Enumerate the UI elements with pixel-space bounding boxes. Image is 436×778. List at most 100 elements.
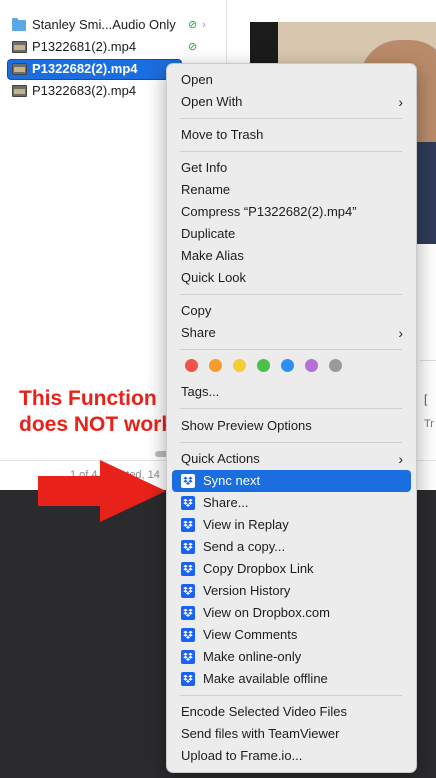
menu-item-copy[interactable]: Copy	[172, 300, 411, 322]
file-row[interactable]: P1322681(2).mp4 ⊘	[0, 36, 215, 58]
menu-item-label: Rename	[181, 182, 231, 197]
dropbox-icon	[181, 518, 195, 532]
menu-item-label: View in Replay	[203, 517, 289, 532]
menu-item-label: Share...	[203, 495, 249, 510]
tag-color-purple[interactable]	[305, 359, 318, 372]
menu-item-label: Get Info	[181, 160, 228, 175]
chevron-right-icon: ›	[398, 325, 403, 341]
side-panel-text: [	[424, 392, 428, 406]
menu-item-label: Copy Dropbox Link	[203, 561, 314, 576]
tag-color-yellow[interactable]	[233, 359, 246, 372]
file-name: P1322681(2).mp4	[32, 39, 137, 54]
tag-color-red[interactable]	[185, 359, 198, 372]
file-name: P1322683(2).mp4	[32, 83, 137, 98]
menu-item-open[interactable]: Open	[172, 69, 411, 91]
video-file-icon	[12, 85, 27, 97]
side-panel-text: Tr	[424, 418, 434, 430]
menu-item-label: Make available offline	[203, 671, 328, 686]
menu-item-label: Quick Actions	[181, 451, 260, 466]
menu-item-duplicate[interactable]: Duplicate	[172, 223, 411, 245]
menu-item-label: Tags...	[181, 384, 220, 399]
menu-item-dropbox[interactable]: View in Replay	[172, 514, 411, 536]
menu-item-move-to-trash[interactable]: Move to Trash	[172, 124, 411, 146]
menu-separator	[180, 294, 402, 295]
menu-item-label: Version History	[203, 583, 291, 598]
menu-item-label: Upload to Frame.io...	[181, 748, 303, 763]
menu-item-label: Quick Look	[181, 270, 247, 285]
menu-item-label: View Comments	[203, 627, 298, 642]
menu-item-open-with[interactable]: Open With ›	[172, 91, 411, 113]
menu-item-frameio[interactable]: Upload to Frame.io...	[172, 745, 411, 767]
menu-item-dropbox[interactable]: Make online-only	[172, 646, 411, 668]
menu-item-tags[interactable]: Tags...	[172, 381, 411, 403]
menu-separator	[180, 151, 402, 152]
menu-separator	[180, 695, 402, 696]
menu-item-label: Make Alias	[181, 248, 244, 263]
dropbox-icon	[181, 496, 195, 510]
menu-item-make-alias[interactable]: Make Alias	[172, 245, 411, 267]
menu-item-show-preview-options[interactable]: Show Preview Options	[172, 415, 411, 437]
synced-check-icon: ⊘	[188, 19, 198, 31]
menu-item-label: Show Preview Options	[181, 418, 312, 433]
menu-item-label: View on Dropbox.com	[203, 605, 330, 620]
dropbox-icon	[181, 672, 195, 686]
dropbox-icon	[181, 562, 195, 576]
dropbox-icon	[181, 628, 195, 642]
menu-item-quick-look[interactable]: Quick Look	[172, 267, 411, 289]
menu-item-label: Move to Trash	[181, 127, 264, 142]
chevron-right-icon[interactable]: ›	[202, 14, 206, 36]
menu-item-dropbox[interactable]: Send a copy...	[172, 536, 411, 558]
menu-item-teamviewer[interactable]: Send files with TeamViewer	[172, 723, 411, 745]
dropbox-icon	[181, 474, 195, 488]
menu-item-label: Encode Selected Video Files	[181, 704, 347, 719]
menu-item-label: Duplicate	[181, 226, 236, 241]
synced-check-icon: ⊘	[188, 41, 198, 53]
menu-item-dropbox[interactable]: Sync next	[172, 470, 411, 492]
tag-color-orange[interactable]	[209, 359, 222, 372]
chevron-right-icon: ›	[398, 451, 403, 467]
menu-item-dropbox[interactable]: Version History	[172, 580, 411, 602]
menu-item-dropbox[interactable]: Share...	[172, 492, 411, 514]
annotation-text: This Function does NOT work	[19, 387, 174, 436]
folder-icon	[12, 18, 26, 31]
menu-item-label: Compress “P1322682(2).mp4”	[181, 204, 357, 219]
menu-separator	[180, 442, 402, 443]
menu-item-label: Open With	[181, 94, 243, 109]
menu-item-quick-actions[interactable]: Quick Actions ›	[172, 448, 411, 470]
menu-item-rename[interactable]: Rename	[172, 179, 411, 201]
menu-item-get-info[interactable]: Get Info	[172, 157, 411, 179]
file-name: Stanley Smi...Audio Only	[32, 17, 176, 32]
dropbox-icon	[181, 540, 195, 554]
file-row-folder[interactable]: Stanley Smi...Audio Only ⊘ ›	[0, 14, 215, 36]
dropbox-icon	[181, 650, 195, 664]
menu-item-dropbox[interactable]: View Comments	[172, 624, 411, 646]
menu-separator	[180, 118, 402, 119]
menu-item-compress[interactable]: Compress “P1322682(2).mp4”	[172, 201, 411, 223]
context-menu: Open Open With › Move to Trash Get Info R…	[166, 63, 417, 773]
menu-item-label: Send a copy...	[203, 539, 286, 554]
chevron-right-icon: ›	[398, 94, 403, 110]
menu-item-dropbox[interactable]: Copy Dropbox Link	[172, 558, 411, 580]
menu-item-label: Make online-only	[203, 649, 302, 664]
menu-separator	[180, 349, 402, 350]
dropbox-icon	[181, 606, 195, 620]
video-file-icon	[12, 41, 27, 53]
menu-item-share[interactable]: Share ›	[172, 322, 411, 344]
menu-item-label: Sync next	[203, 473, 261, 488]
menu-separator	[180, 408, 402, 409]
dropbox-icon	[181, 584, 195, 598]
divider	[420, 360, 436, 361]
menu-item-dropbox[interactable]: Make available offline	[172, 668, 411, 690]
red-arrow-icon	[38, 460, 166, 522]
menu-item-label: Send files with TeamViewer	[181, 726, 340, 741]
tag-color-gray[interactable]	[329, 359, 342, 372]
file-name: P1322682(2).mp4	[32, 61, 138, 76]
tag-color-green[interactable]	[257, 359, 270, 372]
video-file-icon	[12, 63, 27, 75]
menu-item-encode-video[interactable]: Encode Selected Video Files	[172, 701, 411, 723]
menu-item-dropbox[interactable]: View on Dropbox.com	[172, 602, 411, 624]
menu-item-label: Copy	[181, 303, 212, 318]
menu-item-label: Share	[181, 325, 216, 340]
menu-item-label: Open	[181, 72, 213, 87]
tag-color-blue[interactable]	[281, 359, 294, 372]
